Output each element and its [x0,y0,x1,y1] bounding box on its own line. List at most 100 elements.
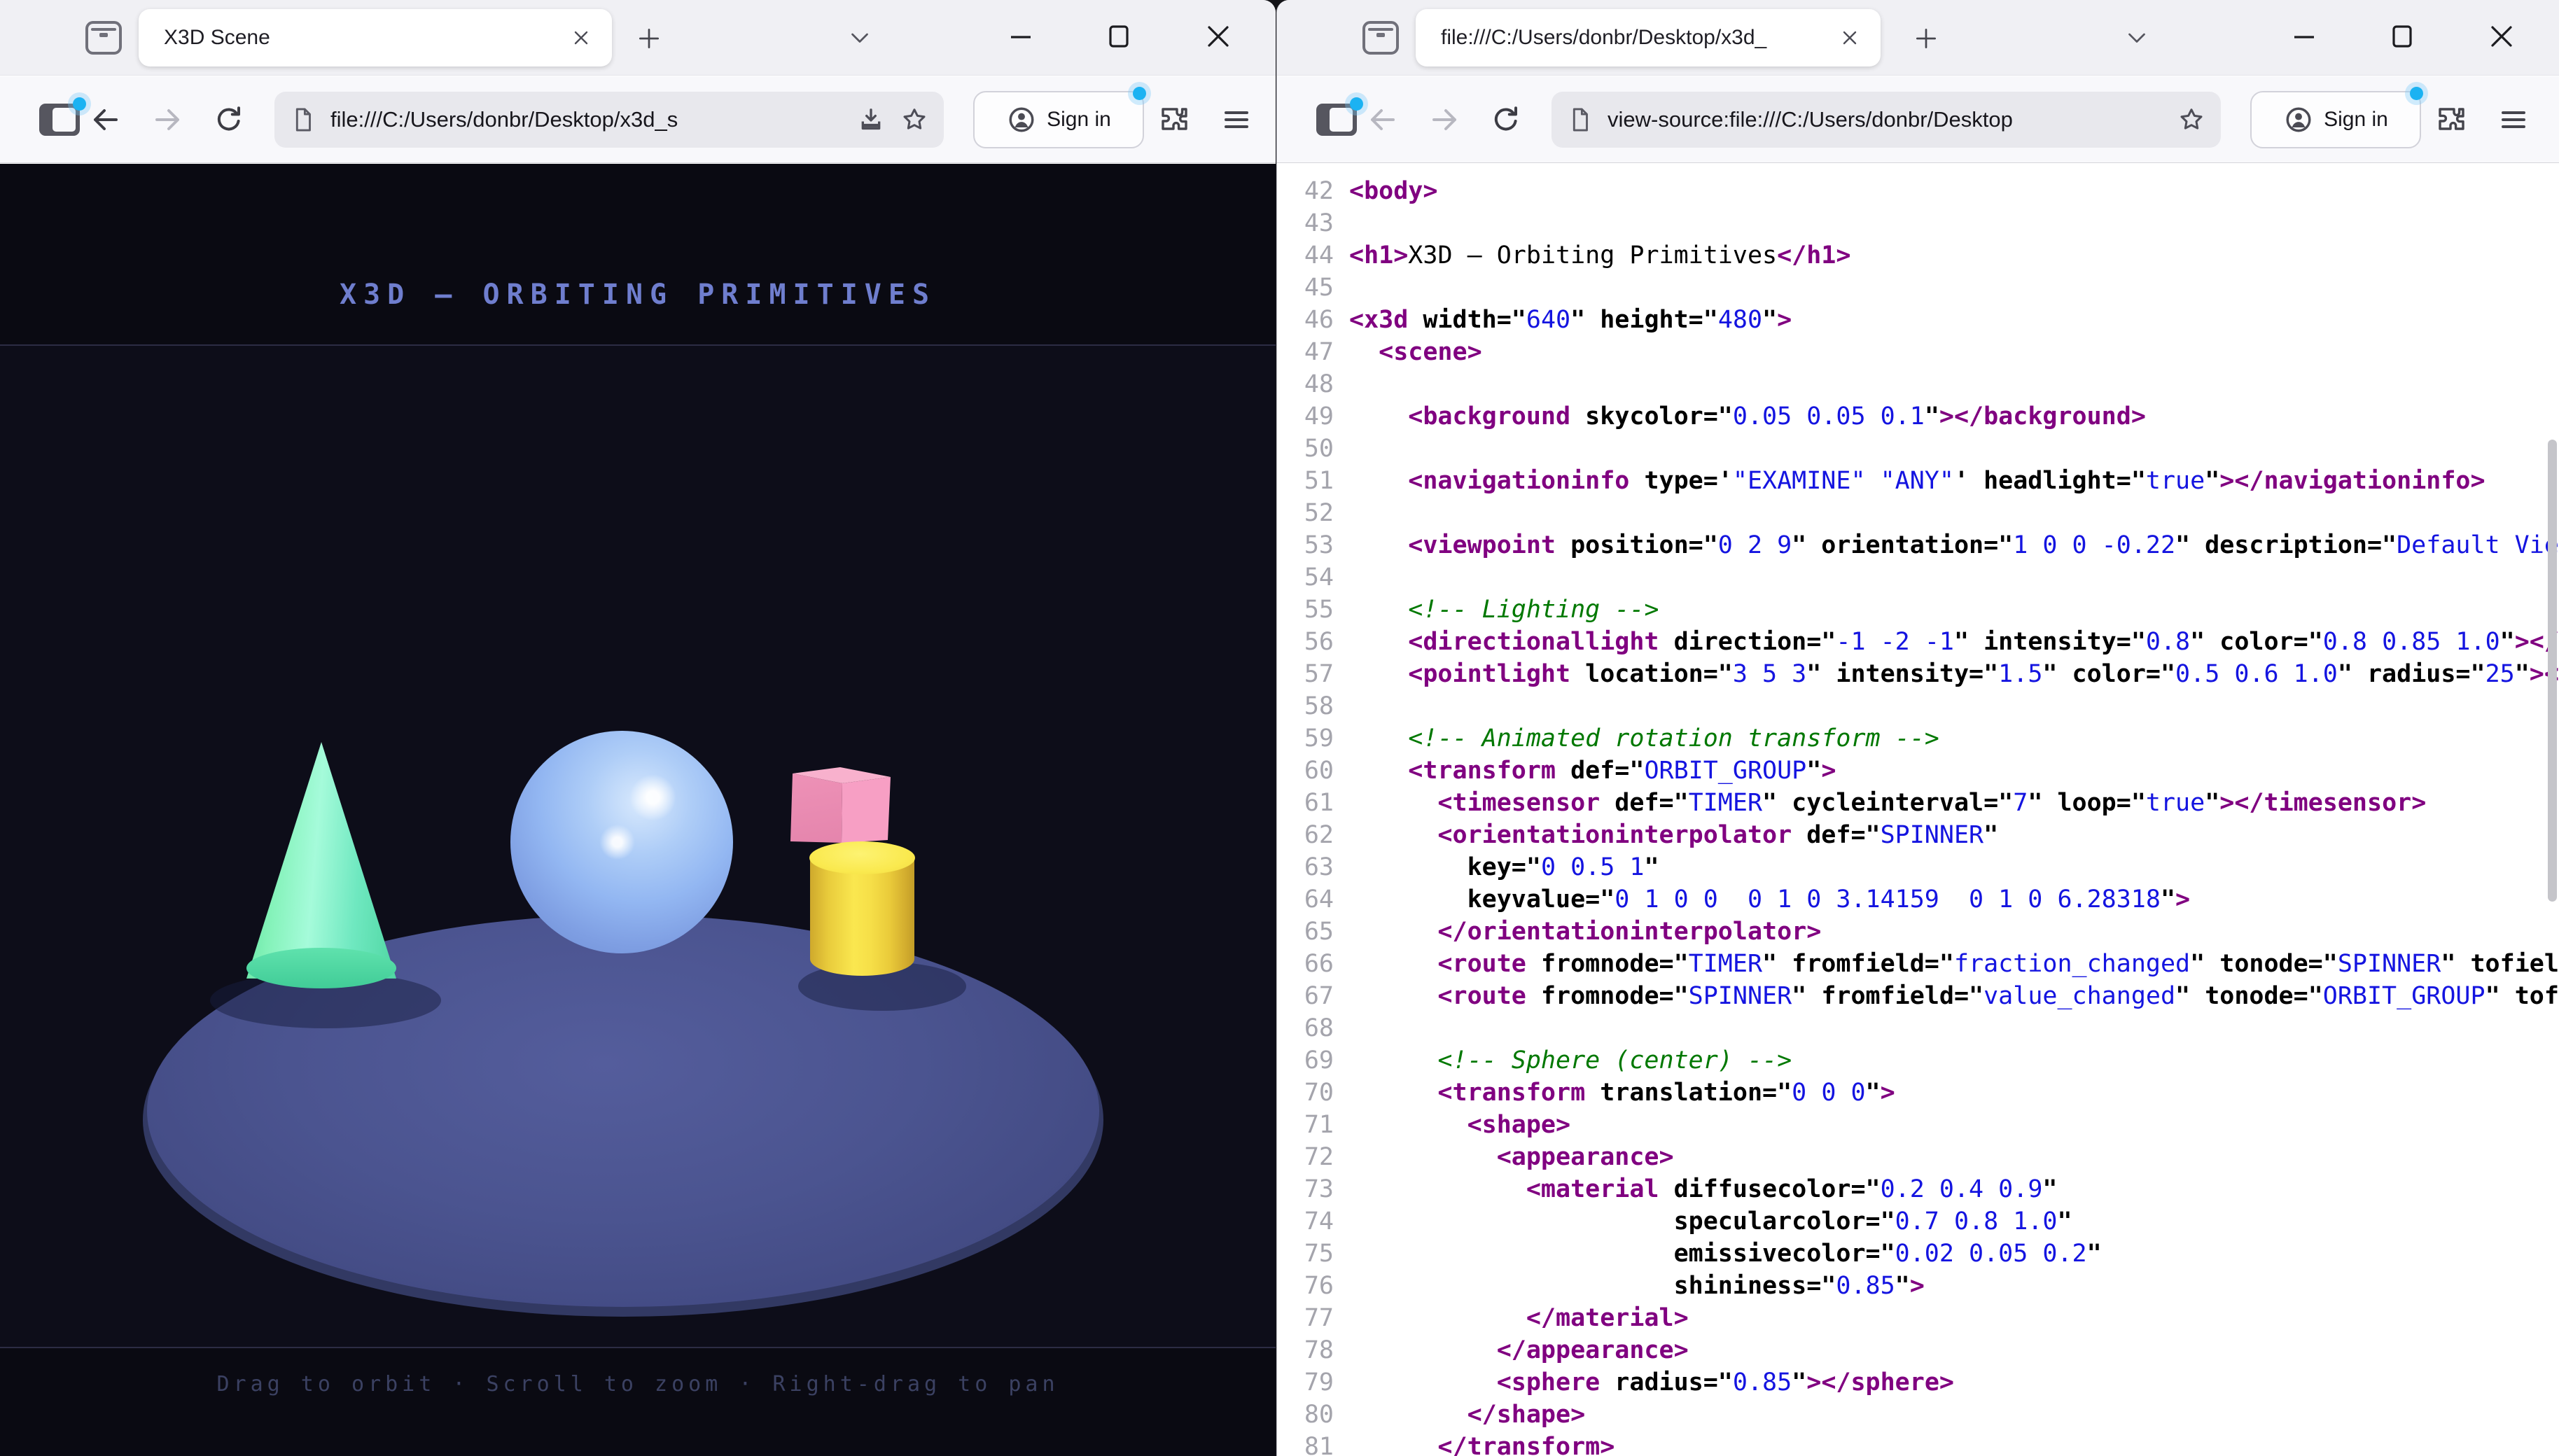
source-line: 51 <navigationinfo type='"EXAMINE" "ANY"… [1283,465,2549,497]
navigation-toolbar: view-source:file:///C:/Users/donbr/Deskt… [1277,76,2559,163]
menu-button[interactable] [1220,103,1253,136]
view-source-page: 42<body>4344<h1>X3D — Orbiting Primitive… [1277,164,2559,1456]
source-line: 79 <sphere radius="0.85"></sphere> [1283,1366,2549,1399]
notification-dot [73,97,86,111]
source-line: 52 [1283,497,2549,529]
source-line: 47 <scene> [1283,336,2549,368]
minimize-button[interactable] [2287,20,2321,53]
new-tab-button[interactable] [636,25,662,52]
source-line: 45 [1283,272,2549,304]
source-line: 44<h1>X3D — Orbiting Primitives</h1> [1283,239,2549,272]
minimize-button[interactable] [1004,20,1038,53]
download-icon[interactable] [857,106,885,134]
firefox-view-icon[interactable] [1362,21,1399,55]
sign-in-label: Sign in [1047,108,1111,132]
tab-title-fade [1785,12,1834,64]
forward-button[interactable] [151,103,185,136]
scrollbar-thumb[interactable] [2548,440,2557,902]
firefox-view-icon[interactable] [85,21,122,55]
maximize-button[interactable] [2385,20,2419,53]
source-line: 50 [1283,433,2549,465]
source-line: 77 </material> [1283,1302,2549,1334]
url-fade [2103,104,2162,136]
source-line: 46<x3d width="640" height="480"> [1283,304,2549,336]
sign-in-button[interactable]: Sign in [973,91,1144,148]
notification-dot [1133,87,1146,100]
sidebar-toggle-icon[interactable] [1316,104,1357,136]
maximize-button[interactable] [1102,20,1136,53]
source-line: 63 key="0 0.5 1" [1283,851,2549,883]
source-line: 61 <timesensor def="TIMER" cycleinterval… [1283,787,2549,819]
source-code: 42<body>4344<h1>X3D — Orbiting Primitive… [1283,175,2549,1456]
browser-window-left: X3D Scene file:///C:/Users/donbr/Desktop… [0,0,1276,1456]
tab-title: file:///C:/Users/donbr/Desktop/x3d_ [1441,26,1832,50]
source-line: 49 <background skycolor="0.05 0.05 0.1">… [1283,400,2549,433]
page-icon [290,106,316,133]
source-line: 75 emissivecolor="0.02 0.05 0.2" [1283,1238,2549,1270]
cylinder-shape [809,841,916,991]
x3d-canvas[interactable] [0,344,1276,1348]
url-bar[interactable]: view-source:file:///C:/Users/donbr/Deskt… [1552,92,2221,148]
source-line: 71 <shape> [1283,1109,2549,1141]
url-input[interactable]: file:///C:/Users/donbr/Desktop/x3d_s [330,107,678,132]
sign-in-button[interactable]: Sign in [2250,91,2421,148]
url-fade [783,104,842,136]
source-line: 58 [1283,690,2549,722]
sphere-shape [510,731,733,953]
menu-button[interactable] [2497,103,2530,136]
source-line: 81 </transform> [1283,1431,2549,1456]
notification-dot [2410,87,2423,100]
new-tab-button[interactable] [1913,25,1939,52]
scene-hint: Drag to orbit · Scroll to zoom · Right-d… [0,1372,1276,1396]
source-line: 80 </shape> [1283,1399,2549,1431]
source-line: 60 <transform def="ORBIT_GROUP"> [1283,755,2549,787]
bookmark-star-icon[interactable] [900,106,928,134]
tab-list-chevron-icon[interactable] [2124,28,2149,49]
source-line: 59 <!-- Animated rotation transform --> [1283,722,2549,755]
tab-bar: X3D Scene [0,0,1276,76]
account-icon [2283,104,2314,135]
navigation-toolbar: file:///C:/Users/donbr/Desktop/x3d_s Sig… [0,76,1276,163]
source-line: 74 specularcolor="0.7 0.8 1.0" [1283,1205,2549,1238]
bookmark-star-icon[interactable] [2177,106,2205,134]
reload-button[interactable] [212,103,246,136]
extensions-icon[interactable] [1157,103,1190,136]
page-icon [1567,106,1594,133]
source-line: 72 <appearance> [1283,1141,2549,1173]
reload-button[interactable] [1489,103,1523,136]
url-input[interactable]: view-source:file:///C:/Users/donbr/Deskt… [1608,107,2013,132]
source-line: 55 <!-- Lighting --> [1283,594,2549,626]
browser-tab[interactable]: file:///C:/Users/donbr/Desktop/x3d_ [1416,9,1881,66]
notification-dot [1350,97,1363,111]
tab-close-icon[interactable] [570,27,592,49]
source-line: 68 [1283,1012,2549,1044]
source-line: 65 </orientationinterpolator> [1283,916,2549,948]
close-button[interactable] [1201,20,1235,53]
source-line: 53 <viewpoint position="0 2 9" orientati… [1283,529,2549,561]
page-title: X3D — ORBITING PRIMITIVES [0,279,1276,311]
box-shape [788,764,893,846]
sign-in-label: Sign in [2324,108,2388,132]
source-line: 64 keyvalue="0 1 0 0 0 1 0 3.14159 0 1 0… [1283,883,2549,916]
close-button[interactable] [2485,20,2518,53]
tab-close-icon[interactable] [1839,27,1861,49]
source-line: 54 [1283,561,2549,594]
browser-tab[interactable]: X3D Scene [139,9,612,66]
source-line: 62 <orientationinterpolator def="SPINNER… [1283,819,2549,851]
extensions-icon[interactable] [2434,103,2467,136]
account-icon [1006,104,1037,135]
sidebar-toggle-icon[interactable] [39,104,80,136]
back-button[interactable] [1365,103,1399,136]
browser-window-right: file:///C:/Users/donbr/Desktop/x3d_ view… [1276,0,2559,1456]
tab-title: X3D Scene [164,26,563,50]
cone-shape [246,742,396,988]
source-line: 56 <directionallight direction="-1 -2 -1… [1283,626,2549,658]
forward-button[interactable] [1428,103,1462,136]
source-line: 43 [1283,207,2549,239]
back-button[interactable] [88,103,122,136]
source-line: 73 <material diffusecolor="0.2 0.4 0.9" [1283,1173,2549,1205]
url-bar[interactable]: file:///C:/Users/donbr/Desktop/x3d_s [274,92,944,148]
tab-list-chevron-icon[interactable] [847,28,872,49]
source-line: 70 <transform translation="0 0 0"> [1283,1077,2549,1109]
x3d-scene-page: X3D — ORBITING PRIMITIVES Drag to orbit … [0,164,1276,1456]
